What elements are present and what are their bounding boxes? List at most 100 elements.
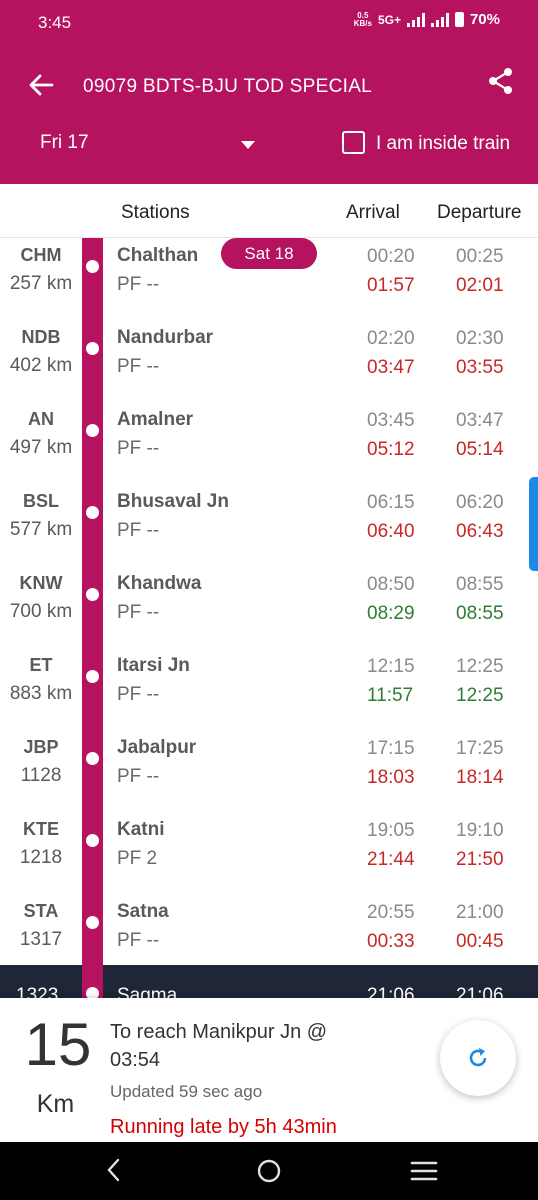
station-dot [86, 588, 99, 601]
station-km: 257 km [9, 273, 73, 294]
platform: PF 2 [117, 848, 158, 869]
status-time: 3:45 [38, 13, 72, 32]
actual-departure: 02:01 [456, 275, 504, 296]
status-bar: 3:45 0.5 KB/s 5G+ 70% [0, 0, 538, 46]
col-stations: Stations [121, 202, 190, 223]
network-speed: 0.5 KB/s [353, 11, 372, 28]
scroll-handle[interactable] [529, 477, 538, 571]
app-bar: 09079 BDTS-BJU TOD SPECIAL [0, 56, 538, 116]
sched-departure: 06:20 [456, 492, 504, 513]
refresh-button[interactable] [440, 1020, 516, 1096]
actual-arrival: 05:12 [367, 439, 415, 460]
sched-arrival: 12:15 [367, 656, 415, 677]
share-icon[interactable] [486, 66, 516, 96]
station-dot [86, 916, 99, 929]
station-dot [86, 752, 99, 765]
inside-train-checkbox[interactable] [342, 131, 365, 154]
station-name: Katni [117, 819, 165, 840]
actual-departure: 05:14 [456, 439, 504, 460]
network-speed-unit: KB/s [353, 18, 372, 28]
distance-unit: Km [36, 1090, 75, 1118]
station-km: 1128 [20, 765, 62, 786]
actual-departure: 08:55 [456, 603, 504, 624]
updated-text: Updated 59 sec ago [110, 1082, 263, 1101]
station-dot [86, 670, 99, 683]
station-row[interactable]: STA 1317 Satna PF -- 20:55 21:00 00:33 0… [0, 894, 538, 976]
day-badge: Sat 18 [221, 238, 317, 269]
signal-icon [406, 12, 425, 27]
station-km: 883 km [9, 683, 73, 704]
actual-departure: 18:14 [456, 767, 504, 788]
app-header: 3:45 0.5 KB/s 5G+ 70% 09079 BDTS-BJU TOD… [0, 0, 538, 184]
sched-departure: 12:25 [456, 656, 504, 677]
inside-train-label[interactable]: I am inside train [376, 133, 510, 155]
station-row[interactable]: AN 497 km Amalner PF -- 03:45 03:47 05:1… [0, 402, 538, 484]
station-code: NDB [21, 327, 61, 347]
platform: PF -- [117, 520, 160, 541]
arrow-left-icon[interactable] [26, 70, 56, 100]
system-nav-bar [0, 1142, 538, 1200]
station-row[interactable]: CHM 257 km Chalthan Sat 18 PF -- 00:20 0… [0, 238, 538, 320]
station-dot [86, 342, 99, 355]
actual-departure: 12:25 [456, 685, 504, 706]
station-code: ET [29, 655, 53, 675]
actual-departure: 00:45 [456, 931, 504, 952]
nav-recents-icon[interactable] [410, 1159, 438, 1183]
battery-icon [454, 12, 464, 27]
sched-departure: 03:47 [456, 410, 504, 431]
platform: PF -- [117, 766, 160, 787]
station-name: Chalthan [117, 245, 199, 266]
station-km: 577 km [9, 519, 73, 540]
station-row[interactable]: KTE 1218 Katni PF 2 19:05 19:10 21:44 21… [0, 812, 538, 894]
station-dot [86, 260, 99, 273]
station-code: KTE [23, 819, 59, 839]
sched-departure: 21:00 [456, 902, 504, 923]
station-dot [86, 834, 99, 847]
station-row[interactable]: BSL 577 km Bhusaval Jn PF -- 06:15 06:20… [0, 484, 538, 566]
station-km: 1317 [19, 929, 63, 950]
sched-arrival: 19:05 [367, 820, 415, 841]
actual-arrival: 01:57 [367, 275, 415, 296]
nav-back-icon[interactable] [100, 1156, 128, 1184]
station-km: 497 km [9, 437, 73, 458]
date-selector[interactable]: Fri 17 [40, 132, 89, 154]
actual-arrival: 06:40 [367, 521, 415, 542]
station-row[interactable]: NDB 402 km Nandurbar PF -- 02:20 02:30 0… [0, 320, 538, 402]
status-icons: 0.5 KB/s 5G+ 70% [354, 11, 500, 28]
app-root: 3:45 0.5 KB/s 5G+ 70% 09079 BDTS-BJU TOD… [0, 0, 538, 1200]
nav-home-icon[interactable] [255, 1157, 283, 1185]
sched-arrival: 08:50 [367, 574, 415, 595]
station-km: 402 km [9, 355, 73, 376]
station-row[interactable]: JBP 1128 Jabalpur PF -- 17:15 17:25 18:0… [0, 730, 538, 812]
station-km: 1218 [19, 847, 63, 868]
column-header: Stations Arrival Departure [0, 184, 538, 238]
caret-down-icon[interactable] [241, 141, 255, 149]
station-name: Nandurbar [117, 327, 214, 348]
refresh-icon [469, 1048, 487, 1067]
station-code: BSL [23, 491, 59, 511]
platform: PF -- [117, 356, 160, 377]
station-row[interactable]: KNW 700 km Khandwa PF -- 08:50 08:55 08:… [0, 566, 538, 648]
network-type: 5G+ [377, 12, 401, 27]
sched-departure: 00:25 [456, 246, 504, 267]
station-dot [86, 506, 99, 519]
station-name: Amalner [117, 409, 194, 430]
sched-arrival: 20:55 [367, 902, 415, 923]
platform: PF -- [117, 438, 160, 459]
station-code: JBP [23, 737, 59, 757]
station-name: Satna [117, 901, 169, 922]
actual-arrival: 03:47 [367, 357, 415, 378]
station-name: Khandwa [117, 573, 202, 594]
station-row[interactable]: ET 883 km Itarsi Jn PF -- 12:15 12:25 11… [0, 648, 538, 730]
distance-value: 15 [24, 1011, 92, 1078]
station-dot [86, 424, 99, 437]
sched-departure: 02:30 [456, 328, 504, 349]
train-title: 09079 BDTS-BJU TOD SPECIAL [83, 76, 373, 97]
actual-arrival: 00:33 [367, 931, 415, 952]
station-code: KNW [19, 573, 63, 593]
sched-arrival: 17:15 [367, 738, 415, 759]
col-departure: Departure [437, 202, 522, 223]
platform: PF -- [117, 274, 160, 295]
actual-departure: 03:55 [456, 357, 504, 378]
sched-departure: 19:10 [456, 820, 504, 841]
